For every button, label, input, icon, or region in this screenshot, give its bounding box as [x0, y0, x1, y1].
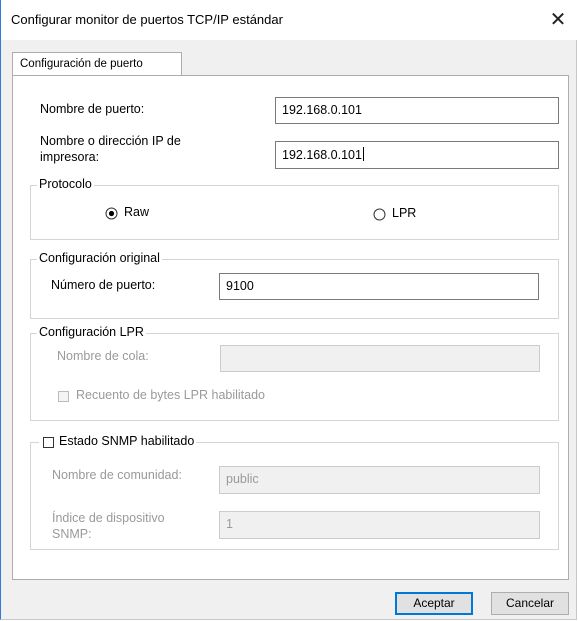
raw-settings-legend: Configuración original — [37, 251, 162, 265]
protocol-group: Protocolo Raw LPR — [30, 177, 559, 240]
port-number-input[interactable]: 9100 — [219, 273, 539, 300]
device-index-label-line1: Índice de dispositivo — [52, 511, 165, 525]
close-icon[interactable]: ✕ — [538, 0, 578, 40]
dialog-window: Configurar monitor de puertos TCP/IP est… — [0, 0, 578, 620]
queue-name-label: Nombre de cola: — [57, 349, 149, 363]
printer-address-input[interactable]: 192.168.0.101 — [275, 141, 559, 169]
community-label: Nombre de comunidad: — [52, 468, 182, 482]
raw-radio[interactable] — [105, 207, 118, 220]
text-caret — [362, 147, 364, 161]
lpr-radio-label[interactable]: LPR — [392, 206, 416, 220]
port-name-label: Nombre de puerto: — [40, 102, 145, 116]
device-index-label-line2: SNMP: — [52, 527, 92, 541]
protocol-legend: Protocolo — [37, 177, 94, 191]
snmp-enabled-checkbox[interactable] — [43, 437, 54, 448]
raw-settings-group: Configuración original Número de puerto:… — [30, 251, 559, 319]
lpr-radio[interactable] — [373, 208, 386, 221]
tab-port-settings[interactable]: Configuración de puerto — [12, 52, 182, 76]
device-index-input[interactable]: 1 — [219, 511, 540, 539]
window-title: Configurar monitor de puertos TCP/IP est… — [11, 12, 283, 27]
printer-address-label-line2: impresora: — [40, 150, 100, 164]
ok-button[interactable]: Aceptar — [395, 592, 473, 615]
byte-count-checkbox[interactable] — [58, 391, 69, 402]
snmp-legend[interactable]: Estado SNMP habilitado — [39, 434, 197, 448]
byte-count-label[interactable]: Recuento de bytes LPR habilitado — [76, 388, 265, 402]
raw-radio-label[interactable]: Raw — [124, 205, 149, 219]
title-bar[interactable]: Configurar monitor de puertos TCP/IP est… — [1, 0, 578, 40]
community-input[interactable]: public — [219, 466, 540, 494]
printer-address-label-line1: Nombre o dirección IP de — [40, 134, 181, 148]
cancel-button[interactable]: Cancelar — [491, 592, 569, 615]
snmp-group: Estado SNMP habilitado Nombre de comunid… — [30, 434, 559, 550]
lpr-settings-legend: Configuración LPR — [37, 325, 146, 339]
queue-name-input[interactable] — [220, 345, 540, 372]
port-name-input[interactable]: 192.168.0.101 — [275, 97, 559, 124]
tab-panel: Nombre de puerto: 192.168.0.101 Nombre o… — [12, 75, 569, 580]
lpr-settings-group: Configuración LPR Nombre de cola: Recuen… — [30, 325, 559, 421]
tab-label: Configuración de puerto — [20, 58, 143, 70]
port-number-label: Número de puerto: — [51, 278, 156, 292]
